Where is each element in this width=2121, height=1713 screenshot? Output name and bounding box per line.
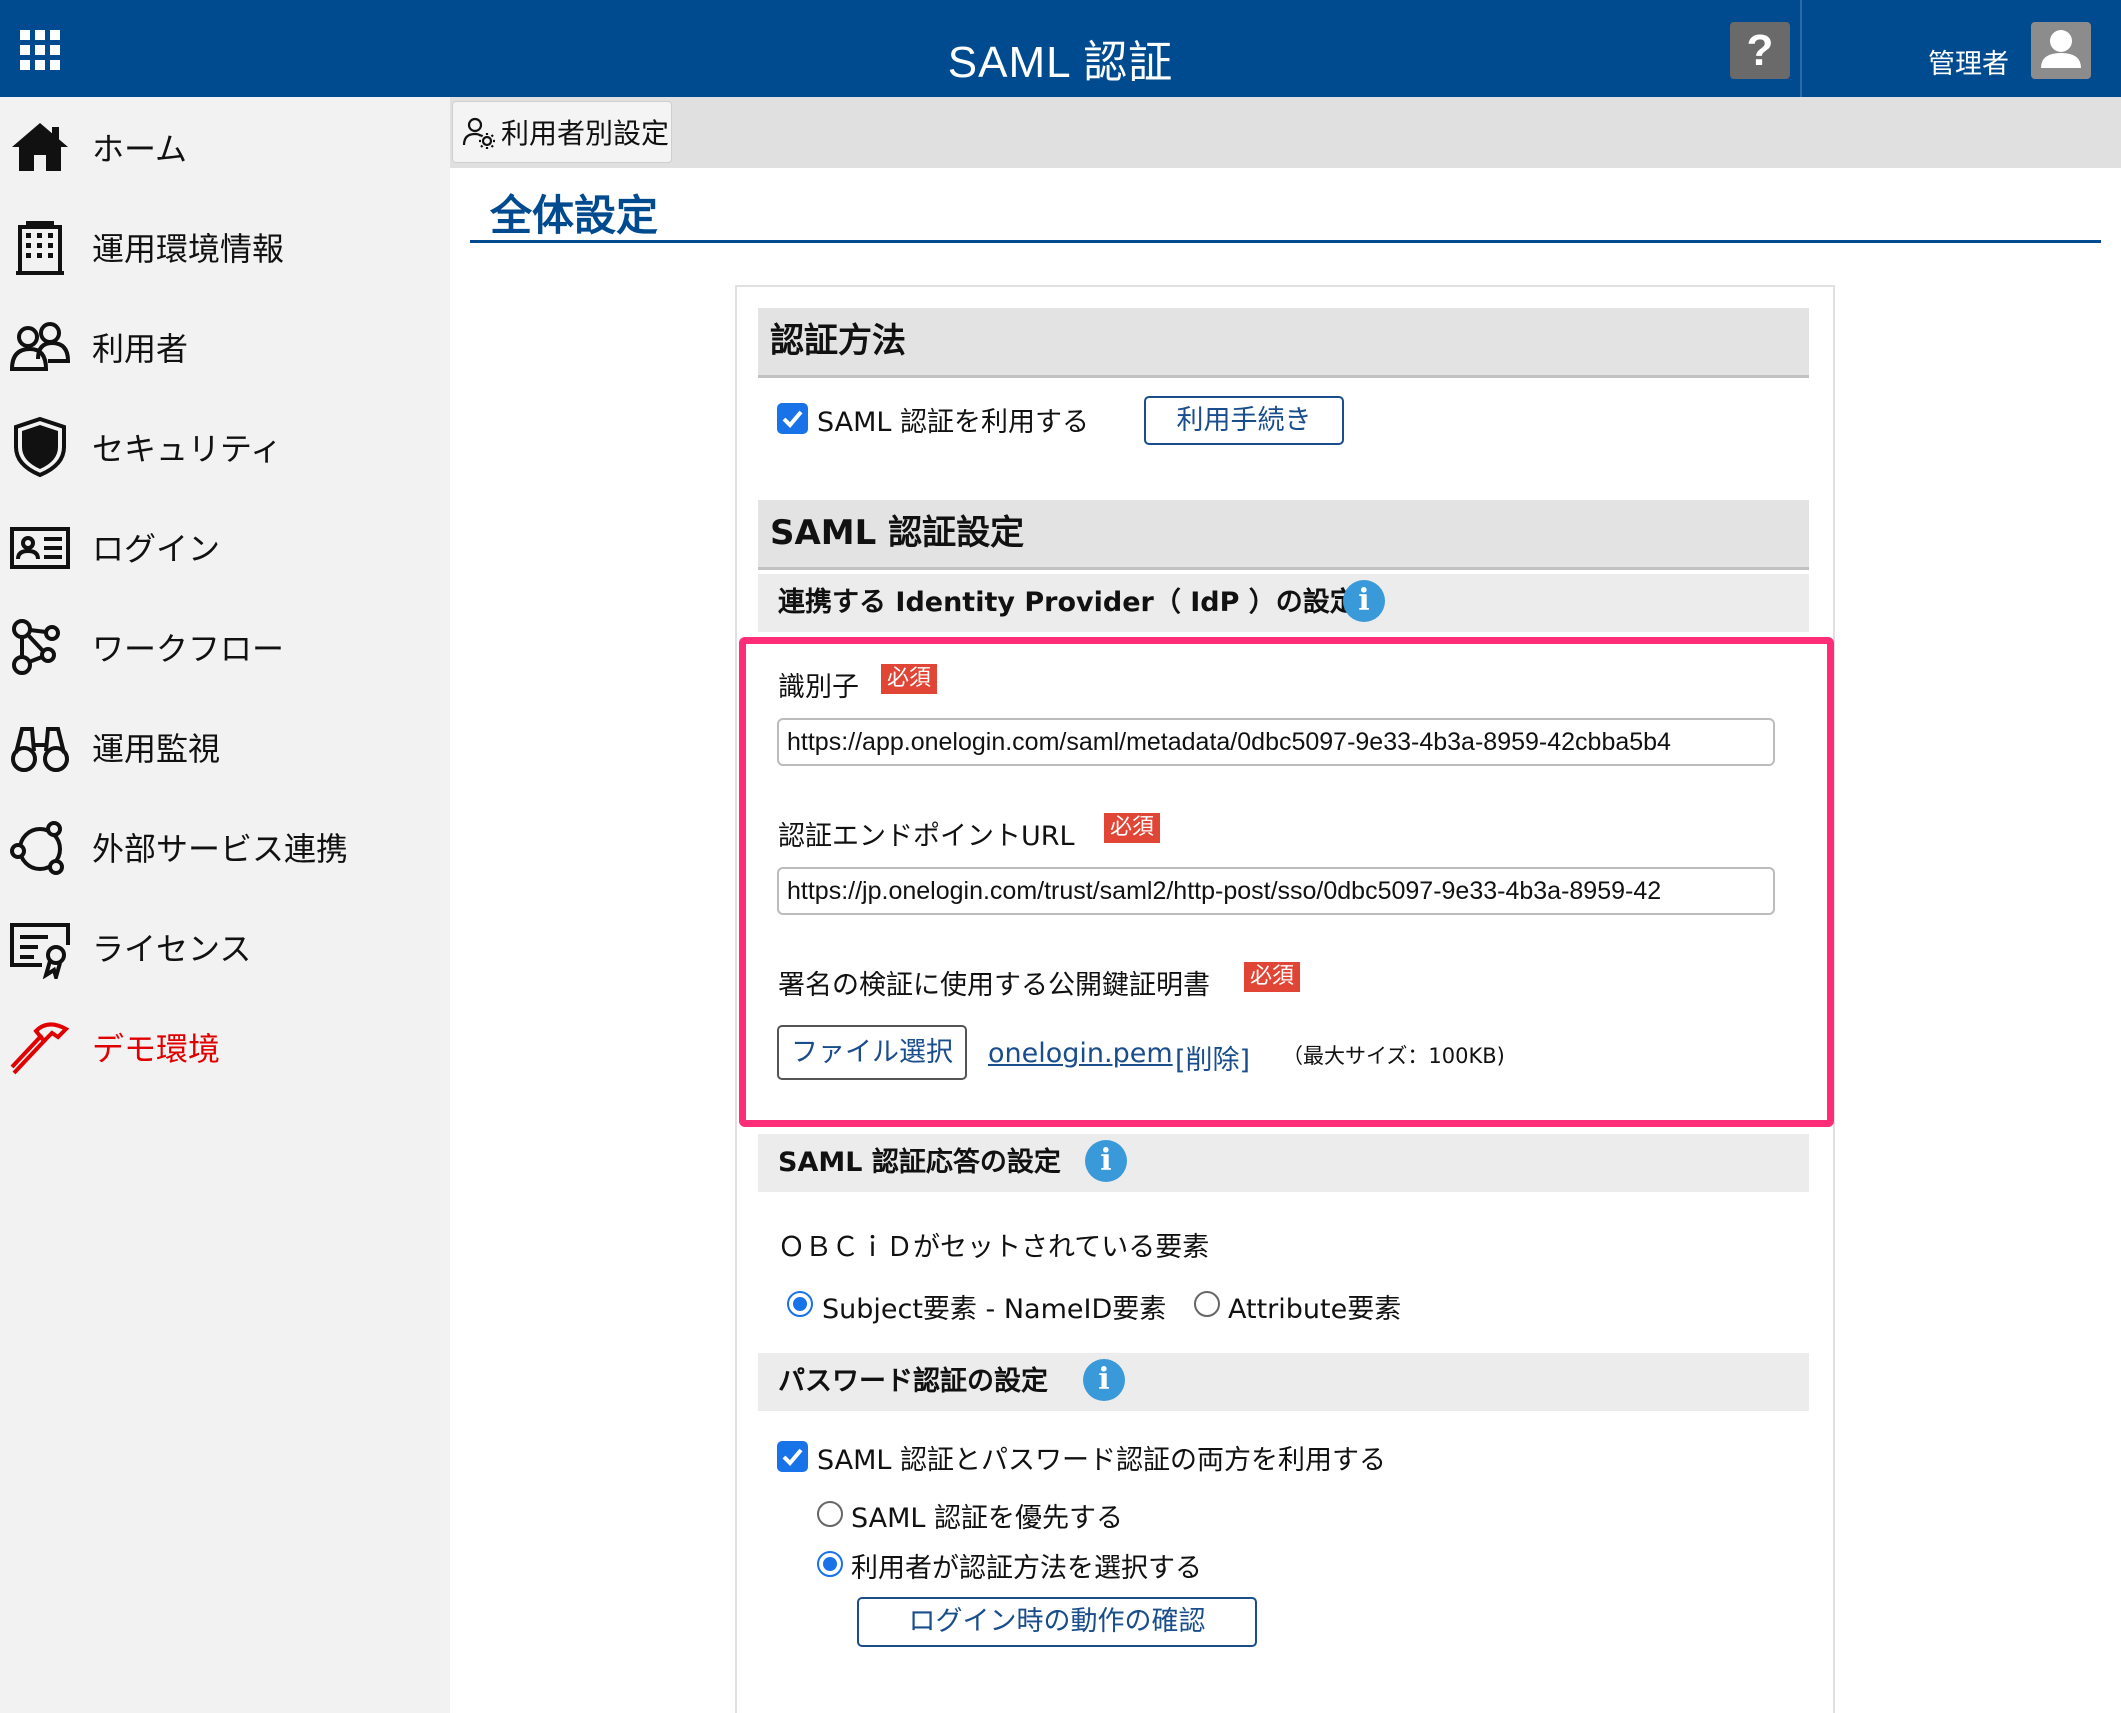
saml-and-password-label: SAML 認証とパスワード認証の両方を利用する [817, 1445, 1387, 1476]
info-icon[interactable]: i [1083, 1359, 1125, 1401]
user-gear-icon [461, 115, 495, 149]
saml-response-subheading: SAML 認証応答の設定 [758, 1134, 1809, 1192]
page-header-title: SAML 認証 [947, 38, 1174, 87]
required-badge: 必須 [881, 664, 938, 694]
sidebar-item-label: 運用監視 [92, 730, 221, 768]
saml-settings-heading: SAML 認証設定 [758, 500, 1809, 570]
page-title: 全体設定 [490, 191, 659, 240]
sidebar-item-label: ライセンス [92, 930, 252, 968]
sidebar-item-external-services[interactable]: 外部サービス連携 [0, 807, 450, 887]
info-icon[interactable]: i [1085, 1140, 1127, 1182]
file-select-button[interactable]: ファイル選択 [777, 1025, 967, 1080]
attribute-radio[interactable] [1194, 1291, 1220, 1317]
saml-priority-radio[interactable] [817, 1501, 843, 1527]
id-card-icon [8, 515, 72, 579]
user-select-method-label: 利用者が認証方法を選択する [851, 1553, 1202, 1584]
auth-method-heading: 認証方法 [758, 308, 1809, 378]
certificate-icon [8, 915, 72, 985]
sidebar-item-security[interactable]: セキュリティ [0, 407, 450, 487]
sidebar-item-label: 利用者 [92, 330, 189, 368]
sidebar-item-users[interactable]: 利用者 [0, 307, 450, 387]
endpoint-url-input[interactable]: https://jp.onelogin.com/trust/saml2/http… [777, 867, 1775, 915]
sidebar-item-monitoring[interactable]: 運用監視 [0, 707, 450, 787]
sidebar-item-workflow[interactable]: ワークフロー [0, 607, 450, 687]
binoculars-icon [8, 715, 72, 779]
admin-label[interactable]: 管理者 [1928, 42, 2009, 81]
help-button[interactable]: ? [1730, 22, 1790, 79]
workflow-icon [8, 615, 72, 679]
max-size-note: （最大サイズ：100KB) [1282, 1044, 1505, 1068]
password-auth-subheading: パスワード認証の設定 [758, 1353, 1809, 1411]
saml-priority-label: SAML 認証を優先する [851, 1503, 1124, 1534]
certificate-label: 署名の検証に使用する公開鍵証明書 [778, 970, 1210, 1001]
sidebar-item-home[interactable]: ホーム [0, 107, 450, 187]
subject-nameid-radio[interactable] [787, 1291, 813, 1317]
sidebar-item-label: 運用環境情報 [92, 230, 285, 268]
saml-and-password-checkbox[interactable] [777, 1441, 808, 1472]
endpoint-url-label: 認証エンドポイントURL [778, 821, 1075, 852]
login-behavior-confirm-button[interactable]: ログイン時の動作の確認 [857, 1597, 1257, 1647]
tab-bar: 利用者別設定 [450, 97, 2121, 168]
users-icon [8, 315, 72, 379]
saml-enable-checkbox[interactable] [777, 403, 808, 434]
required-badge: 必須 [1104, 813, 1161, 843]
app-header: SAML 認証 ? 管理者 [0, 0, 2121, 97]
delete-certificate-link[interactable]: [削除] [1175, 1038, 1250, 1077]
procedure-button[interactable]: 利用手続き [1144, 396, 1344, 445]
identifier-label: 識別子 [778, 672, 859, 703]
sidebar-item-label: ワークフロー [92, 630, 285, 668]
sidebar-item-label: セキュリティ [92, 430, 283, 468]
tab-label: 利用者別設定 [501, 117, 670, 150]
shield-icon [8, 415, 72, 479]
certificate-file-link[interactable]: onelogin.pem [988, 1038, 1173, 1069]
identifier-input[interactable]: https://app.onelogin.com/saml/metadata/0… [777, 718, 1775, 766]
sidebar-item-label: デモ環境 [92, 1030, 221, 1068]
network-icon [8, 815, 72, 879]
sidebar-item-license[interactable]: ライセンス [0, 907, 450, 987]
building-icon [8, 215, 72, 279]
attribute-label: Attribute要素 [1228, 1294, 1402, 1325]
sidebar-item-label: ログイン [92, 530, 221, 568]
subject-nameid-label: Subject要素 - NameID要素 [822, 1294, 1167, 1325]
sidebar: ホーム 運用環境情報 利用者 セキュリティ ログイン ワークフロー 運用監視 外… [0, 97, 450, 1713]
sidebar-item-environment[interactable]: 運用環境情報 [0, 207, 450, 287]
saml-enable-label: SAML 認証を利用する [817, 407, 1090, 438]
home-icon [8, 115, 72, 179]
sidebar-item-demo[interactable]: デモ環境 [0, 1007, 450, 1087]
user-select-method-radio[interactable] [817, 1551, 843, 1577]
sidebar-item-login[interactable]: ログイン [0, 507, 450, 587]
info-icon[interactable]: i [1343, 580, 1385, 622]
idp-settings-subheading: 連携する Identity Provider（ IdP ）の設定 [758, 574, 1809, 632]
sidebar-item-label: 外部サービス連携 [92, 830, 349, 868]
title-divider [470, 240, 2101, 243]
user-avatar-icon[interactable] [2031, 22, 2091, 79]
header-divider [1800, 0, 1802, 97]
tab-user-settings[interactable]: 利用者別設定 [452, 101, 672, 163]
hammer-icon [8, 1015, 72, 1079]
sidebar-item-label: ホーム [92, 130, 188, 168]
required-badge: 必須 [1244, 962, 1301, 992]
obcid-element-label: ＯＢＣｉＤがセットされている要素 [778, 1232, 1210, 1263]
